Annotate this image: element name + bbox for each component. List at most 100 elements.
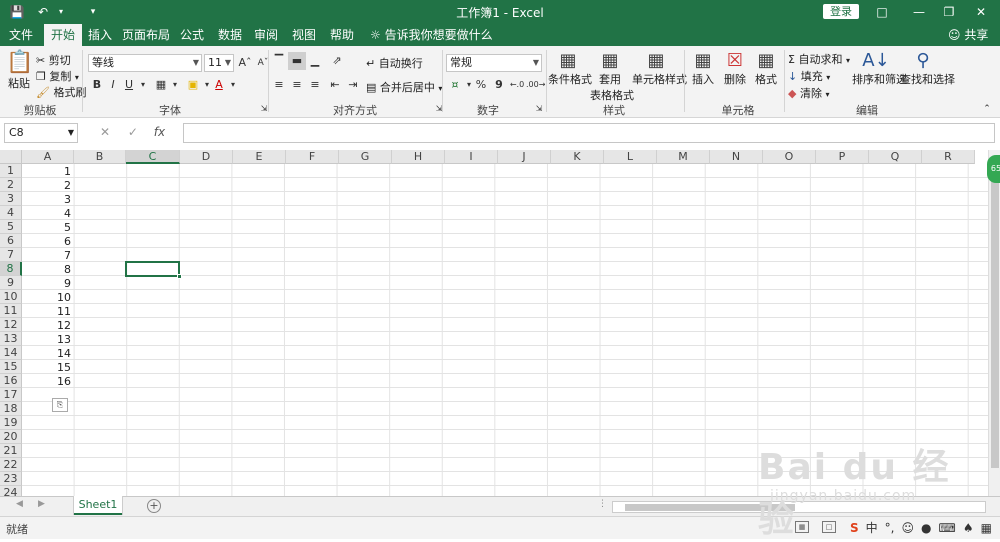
row-header-3[interactable]: 3 <box>0 192 22 206</box>
ribbon-display-icon[interactable]: □ <box>867 2 897 22</box>
page-layout-view-icon[interactable]: □ <box>822 521 836 533</box>
sort-filter-button[interactable]: A↓ 排序和筛选 <box>852 50 907 87</box>
format-as-table-button[interactable]: ▦ 套用 表格格式 <box>590 50 634 103</box>
autosum-button[interactable]: Σ 自动求和 ▾ <box>788 51 850 67</box>
column-header-q[interactable]: Q <box>869 150 922 164</box>
alignment-dialog-launcher-icon[interactable]: ⇲ <box>430 100 448 118</box>
row-header-9[interactable]: 9 <box>0 276 22 290</box>
row-header-22[interactable]: 22 <box>0 458 22 472</box>
cell-a3[interactable]: 3 <box>21 193 71 207</box>
normal-view-icon[interactable]: ▦ <box>795 521 809 533</box>
skin-icon[interactable]: ♠ <box>963 521 974 535</box>
cell-a5[interactable]: 5 <box>21 221 71 235</box>
sogou-icon[interactable]: S <box>850 521 859 535</box>
emoji-icon[interactable]: ☺ <box>902 521 915 535</box>
row-header-8[interactable]: 8 <box>0 262 22 276</box>
add-sheet-icon[interactable]: + <box>147 499 161 513</box>
row-header-21[interactable]: 21 <box>0 444 22 458</box>
minimize-icon[interactable]: — <box>904 2 934 22</box>
column-header-a[interactable]: A <box>22 150 74 164</box>
formula-input[interactable] <box>183 123 995 143</box>
column-header-h[interactable]: H <box>392 150 445 164</box>
percent-button[interactable]: % <box>472 76 490 94</box>
share-button[interactable]: ☺ 共享 <box>948 24 988 46</box>
select-all-corner[interactable] <box>0 150 22 164</box>
row-header-20[interactable]: 20 <box>0 430 22 444</box>
format-painter-button[interactable]: 🖌 格式刷 <box>36 84 86 100</box>
insert-cells-button[interactable]: ▦ 插入 <box>688 50 718 87</box>
prev-sheet-icon[interactable]: ◀ <box>16 499 23 509</box>
row-header-18[interactable]: 18 <box>0 402 22 416</box>
close-icon[interactable]: ✕ <box>966 2 996 22</box>
keyboard-icon[interactable]: ⌨ <box>939 521 956 535</box>
column-header-o[interactable]: O <box>763 150 816 164</box>
column-header-j[interactable]: J <box>498 150 551 164</box>
cell-area[interactable] <box>22 164 988 496</box>
cut-button[interactable]: ✂ 剪切 <box>36 52 71 68</box>
column-header-i[interactable]: I <box>445 150 498 164</box>
row-header-14[interactable]: 14 <box>0 346 22 360</box>
paste-options-icon[interactable]: ⎘ <box>52 398 68 412</box>
column-header-b[interactable]: B <box>74 150 126 164</box>
tab-view[interactable]: 视图 <box>288 24 320 46</box>
decrease-indent-icon[interactable]: ⇤ <box>326 76 344 94</box>
underline-dropdown-icon[interactable]: ▾ <box>134 76 152 94</box>
row-header-12[interactable]: 12 <box>0 318 22 332</box>
row-header-24[interactable]: 24 <box>0 486 22 496</box>
row-header-10[interactable]: 10 <box>0 290 22 304</box>
tab-help[interactable]: 帮助 <box>326 24 358 46</box>
cell-a4[interactable]: 4 <box>21 207 71 221</box>
conditional-format-button[interactable]: ▦ 条件格式 <box>548 50 592 87</box>
number-format-select[interactable]: 常规 ▼ <box>446 54 542 72</box>
column-header-g[interactable]: G <box>339 150 392 164</box>
increase-font-icon[interactable]: Aˆ <box>236 54 254 72</box>
column-header-m[interactable]: M <box>657 150 710 164</box>
toolbox-icon[interactable]: ▦ <box>981 521 992 535</box>
tab-review[interactable]: 审阅 <box>250 24 282 46</box>
cell-styles-button[interactable]: ▦ 单元格样式 <box>632 50 687 87</box>
wrap-text-button[interactable]: ↵ 自动换行 <box>366 55 423 71</box>
column-header-d[interactable]: D <box>180 150 233 164</box>
row-header-5[interactable]: 5 <box>0 220 22 234</box>
sheet-tab-sheet1[interactable]: Sheet1 <box>74 496 122 515</box>
cell-a6[interactable]: 6 <box>21 235 71 249</box>
column-header-k[interactable]: K <box>551 150 604 164</box>
border-dropdown-icon[interactable]: ▾ <box>166 76 184 94</box>
cell-a14[interactable]: 14 <box>21 347 71 361</box>
merge-center-button[interactable]: ▤ 合并后居中 ▾ <box>366 79 442 95</box>
restore-icon[interactable]: ❐ <box>934 2 964 22</box>
delete-cells-button[interactable]: ☒ 删除 <box>720 50 750 87</box>
cell-a7[interactable]: 7 <box>21 249 71 263</box>
cell-a2[interactable]: 2 <box>21 179 71 193</box>
vertical-scroll-thumb[interactable] <box>991 168 999 468</box>
column-header-p[interactable]: P <box>816 150 869 164</box>
floating-badge-icon[interactable]: 65 <box>987 155 1000 183</box>
row-header-7[interactable]: 7 <box>0 248 22 262</box>
align-top-icon[interactable]: ▔ <box>270 52 288 70</box>
ime-chinese-icon[interactable]: 中 <box>866 521 878 535</box>
horizontal-scrollbar[interactable] <box>612 501 986 513</box>
font-name-select[interactable]: 等线 ▼ <box>88 54 202 72</box>
row-header-15[interactable]: 15 <box>0 360 22 374</box>
row-header-17[interactable]: 17 <box>0 388 22 402</box>
fill-handle[interactable] <box>177 274 182 279</box>
row-header-4[interactable]: 4 <box>0 206 22 220</box>
tab-data[interactable]: 数据 <box>214 24 246 46</box>
tab-page-layout[interactable]: 页面布局 <box>122 24 170 46</box>
find-select-button[interactable]: ⚲ 查找和选择 <box>900 50 955 87</box>
align-middle-icon[interactable]: ▬ <box>288 52 306 70</box>
tab-formulas[interactable]: 公式 <box>176 24 208 46</box>
font-size-select[interactable]: 11 ▼ <box>204 54 234 72</box>
column-header-r[interactable]: R <box>922 150 975 164</box>
column-header-n[interactable]: N <box>710 150 763 164</box>
cell-a16[interactable]: 16 <box>21 375 71 389</box>
decrease-decimal-icon[interactable]: .00→ <box>526 76 545 94</box>
cell-a11[interactable]: 11 <box>21 305 71 319</box>
column-header-f[interactable]: F <box>286 150 339 164</box>
font-color-dropdown-icon[interactable]: ▾ <box>224 76 242 94</box>
punctuation-icon[interactable]: °, <box>885 521 895 535</box>
fill-button[interactable]: ↓ 填充 ▾ <box>788 68 830 84</box>
row-header-23[interactable]: 23 <box>0 472 22 486</box>
cell-a13[interactable]: 13 <box>21 333 71 347</box>
align-bottom-icon[interactable]: ▁ <box>306 52 324 70</box>
